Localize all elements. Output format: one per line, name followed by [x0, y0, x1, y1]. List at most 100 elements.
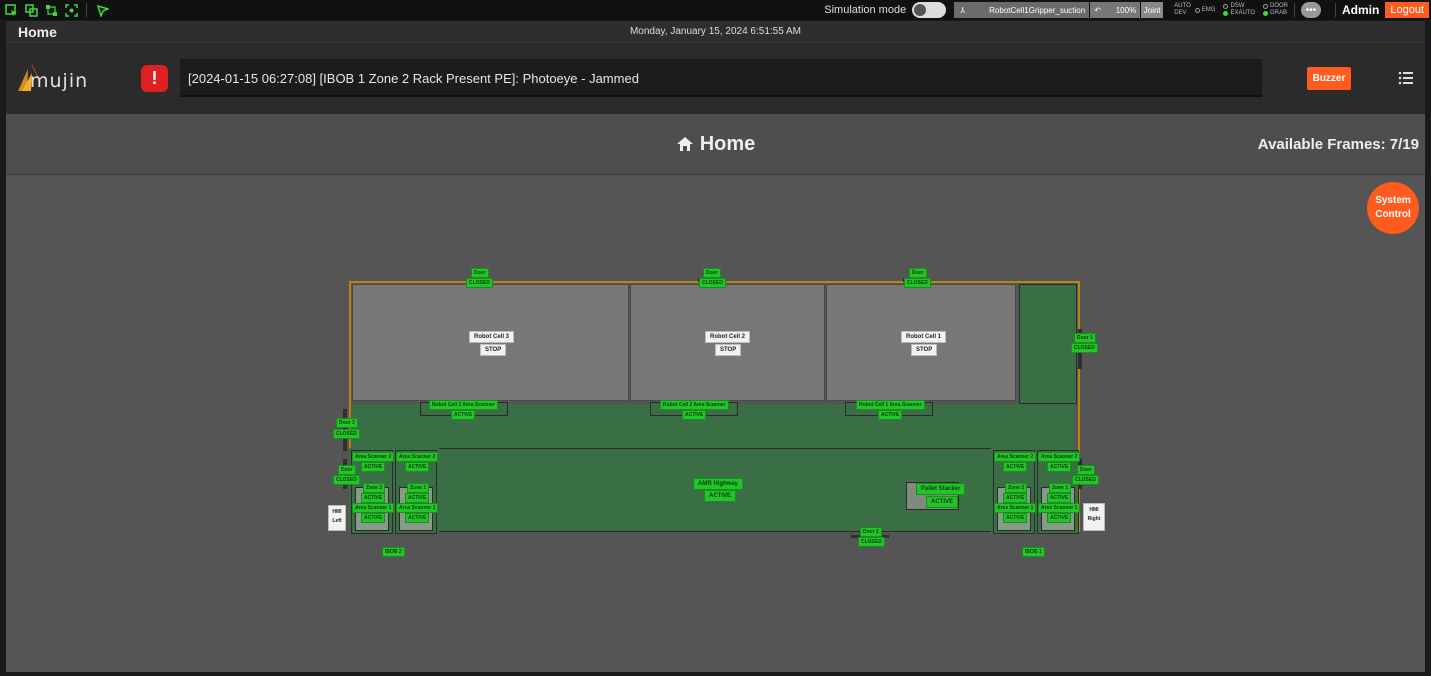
page-title-bar: Home Monday, January 15, 2024 6:51:55 AM — [6, 21, 1425, 43]
mujin-logo: mujin — [16, 63, 96, 93]
robot-cell-2-state: STOP — [715, 344, 742, 356]
robot-cell-3-scanner-name[interactable]: Robot Cell 3 Area Scanner — [429, 400, 498, 410]
ibob-1-right-area-scanner-2[interactable]: Area Scanner 2 — [1038, 452, 1081, 462]
door-right-name[interactable]: Door — [1077, 465, 1095, 475]
door-top-2-name[interactable]: Door — [703, 268, 721, 278]
indicator-dot — [1223, 4, 1229, 9]
simulation-mode-toggle[interactable] — [912, 2, 947, 18]
focus-target-icon[interactable] — [64, 3, 78, 17]
joint-mode-button[interactable]: Joint — [1141, 2, 1164, 18]
door-2-name[interactable]: Door 2 — [860, 527, 882, 537]
ibob-2-right-zone-1-state: ACTIVE — [405, 493, 430, 503]
buzzer-button[interactable]: Buzzer — [1307, 67, 1351, 90]
ibob-2-right-area-scanner-1[interactable]: Area Scanner 1 — [396, 503, 439, 513]
ibob-2-right-area-scanner-1-state: ACTIVE — [405, 513, 430, 523]
indicator-emg: EMG — [1194, 7, 1215, 14]
door-1-name[interactable]: Door 1 — [1074, 333, 1096, 343]
robot-cell-3-scanner-state: ACTIVE — [451, 410, 476, 420]
toolbar-icons — [0, 3, 109, 17]
indicator-dot — [1263, 11, 1268, 16]
robot-cell-2-name[interactable]: Robot Cell 2 — [705, 331, 751, 343]
pallet-stacker-state: ACTIVE — [926, 496, 959, 508]
robot-cell-2-scanner-name[interactable]: Robot Cell 2 Area Scanner — [660, 400, 729, 410]
ibob-1-right-area-scanner-1[interactable]: Area Scanner 1 — [1038, 503, 1081, 513]
door-top-1-state: CLOSED — [904, 278, 931, 288]
ibob-2-label[interactable]: IBOB 2 — [382, 547, 405, 557]
door-right-state: CLOSED — [1072, 475, 1099, 485]
robot-cell-1-name[interactable]: Robot Cell 1 — [901, 331, 947, 343]
robot-cell-2-scanner-state: ACTIVE — [682, 410, 707, 420]
ibob-2-right-area-scanner-2-state: ACTIVE — [405, 462, 430, 472]
door-top-3-name[interactable]: Door — [471, 268, 489, 278]
network-nodes-icon[interactable] — [44, 3, 58, 17]
hmi-right[interactable]: HMI Right — [1083, 503, 1105, 531]
system-bar: Simulation mode ⅄ RobotCell1Gripper_suct… — [0, 0, 1431, 20]
main-content: Home Available Frames: 7/19 System Contr… — [6, 114, 1425, 672]
ibob-2-left-zone-2[interactable]: Zone 2 — [363, 483, 386, 493]
ibob-1-left-area-scanner-2[interactable]: Area Scanner 2 — [994, 452, 1037, 462]
indicator-dot — [1263, 4, 1268, 9]
robot-cell-1-scanner-name[interactable]: Robot Cell 1 Area Scanner — [856, 400, 925, 410]
door-top-2-state: CLOSED — [699, 278, 726, 288]
door-top-1-name[interactable]: Door — [909, 268, 927, 278]
indicator-grab: GRAB — [1263, 10, 1288, 17]
header-bar: mujin ! [2024-01-15 06:27:08] [IBOB 1 Zo… — [6, 43, 1425, 114]
logout-button[interactable]: Logout — [1385, 2, 1429, 18]
ibob-1-left-area-scanner-2-state: ACTIVE — [1003, 462, 1028, 472]
pointer-arrow-icon[interactable] — [95, 3, 109, 17]
indicator-grid: DSW DOOR EXAUTO GRAB — [1223, 3, 1288, 17]
ibob-2-right-zone-1[interactable]: Zone 1 — [407, 483, 430, 493]
system-status-right: Simulation mode ⅄ RobotCell1Gripper_suct… — [824, 0, 1431, 20]
ibob-1-left-area-scanner-1-state: ACTIVE — [1003, 513, 1028, 523]
ibob-1-right-area-scanner-1-state: ACTIVE — [1047, 513, 1072, 523]
amr-highway-name[interactable]: AMR Highway — [693, 478, 744, 490]
ibob-1-right-zone-1[interactable]: Zone 1 — [1049, 483, 1072, 493]
indicator-dsw: DSW — [1223, 3, 1255, 10]
ibob-1-left-zone-2[interactable]: Zone 2 — [1005, 483, 1028, 493]
door-2-state: CLOSED — [858, 537, 885, 547]
ibob-2-left-area-scanner-1[interactable]: Area Scanner 1 — [352, 503, 395, 513]
user-name: Admin — [1342, 3, 1380, 17]
more-options-button[interactable]: ••• — [1301, 2, 1321, 18]
door-3-state: CLOSED — [333, 429, 360, 439]
simulation-mode-label: Simulation mode — [824, 4, 907, 16]
right-column-area — [1019, 284, 1077, 404]
mode-dev: DEV — [1174, 10, 1187, 16]
list-menu-icon[interactable] — [1398, 70, 1414, 86]
door-1-state: CLOSED — [1071, 343, 1098, 353]
pallet-stacker-name[interactable]: Pallet Stacker — [916, 483, 966, 495]
ibob-1-right-zone-1-state: ACTIVE — [1047, 493, 1072, 503]
robot-cell-3-state: STOP — [480, 344, 507, 356]
mode-auto: AUTO — [1174, 3, 1191, 9]
robot-arm-icon: ⅄ — [960, 5, 966, 15]
door-3-name[interactable]: Door 3 — [336, 418, 358, 428]
hmi-left[interactable]: HMI Left — [328, 505, 346, 531]
indicator-exauto: EXAUTO — [1223, 10, 1255, 17]
logo-text: mujin — [30, 70, 89, 92]
ibob-2-right-area-scanner-2[interactable]: Area Scanner 2 — [396, 452, 439, 462]
amr-highway-state: ACTIVE — [704, 490, 737, 502]
speed-control[interactable]: ↶ 100% — [1090, 2, 1141, 18]
robot-selector[interactable]: ⅄ RobotCell1Gripper_suction — [954, 2, 1090, 18]
copy-layers-icon[interactable] — [24, 3, 38, 17]
door-left-state: CLOSED — [333, 475, 360, 485]
alarm-message[interactable]: [2024-01-15 06:27:08] [IBOB 1 Zone 2 Rac… — [180, 59, 1262, 97]
ibob-2-left-area-scanner-2[interactable]: Area Scanner 2 — [352, 452, 395, 462]
ibob-1-label[interactable]: IBOB 1 — [1022, 547, 1045, 557]
ibob-2-left-zone-2-state: ACTIVE — [361, 493, 386, 503]
status-separator — [1335, 3, 1336, 17]
operation-mode: AUTO DEV — [1174, 3, 1191, 17]
indicator-dot — [1194, 7, 1200, 13]
door-top-3-state: CLOSED — [466, 278, 493, 288]
robot-name: RobotCell1Gripper_suction — [989, 5, 1086, 15]
facility-layout: Door CLOSED Door CLOSED Door CLOSED Robo… — [6, 114, 1425, 672]
door-left-name[interactable]: Door — [338, 465, 356, 475]
toolbar-separator — [86, 3, 87, 17]
speed-icon: ↶ — [1094, 5, 1101, 15]
cursor-select-icon[interactable] — [4, 3, 18, 17]
robot-cell-3-name[interactable]: Robot Cell 3 — [469, 331, 515, 343]
ibob-2-left-area-scanner-2-state: ACTIVE — [361, 462, 386, 472]
ibob-1-left-area-scanner-1[interactable]: Area Scanner 1 — [994, 503, 1037, 513]
current-datetime: Monday, January 15, 2024 6:51:55 AM — [629, 26, 802, 37]
alarm-warning-icon[interactable]: ! — [141, 65, 168, 92]
